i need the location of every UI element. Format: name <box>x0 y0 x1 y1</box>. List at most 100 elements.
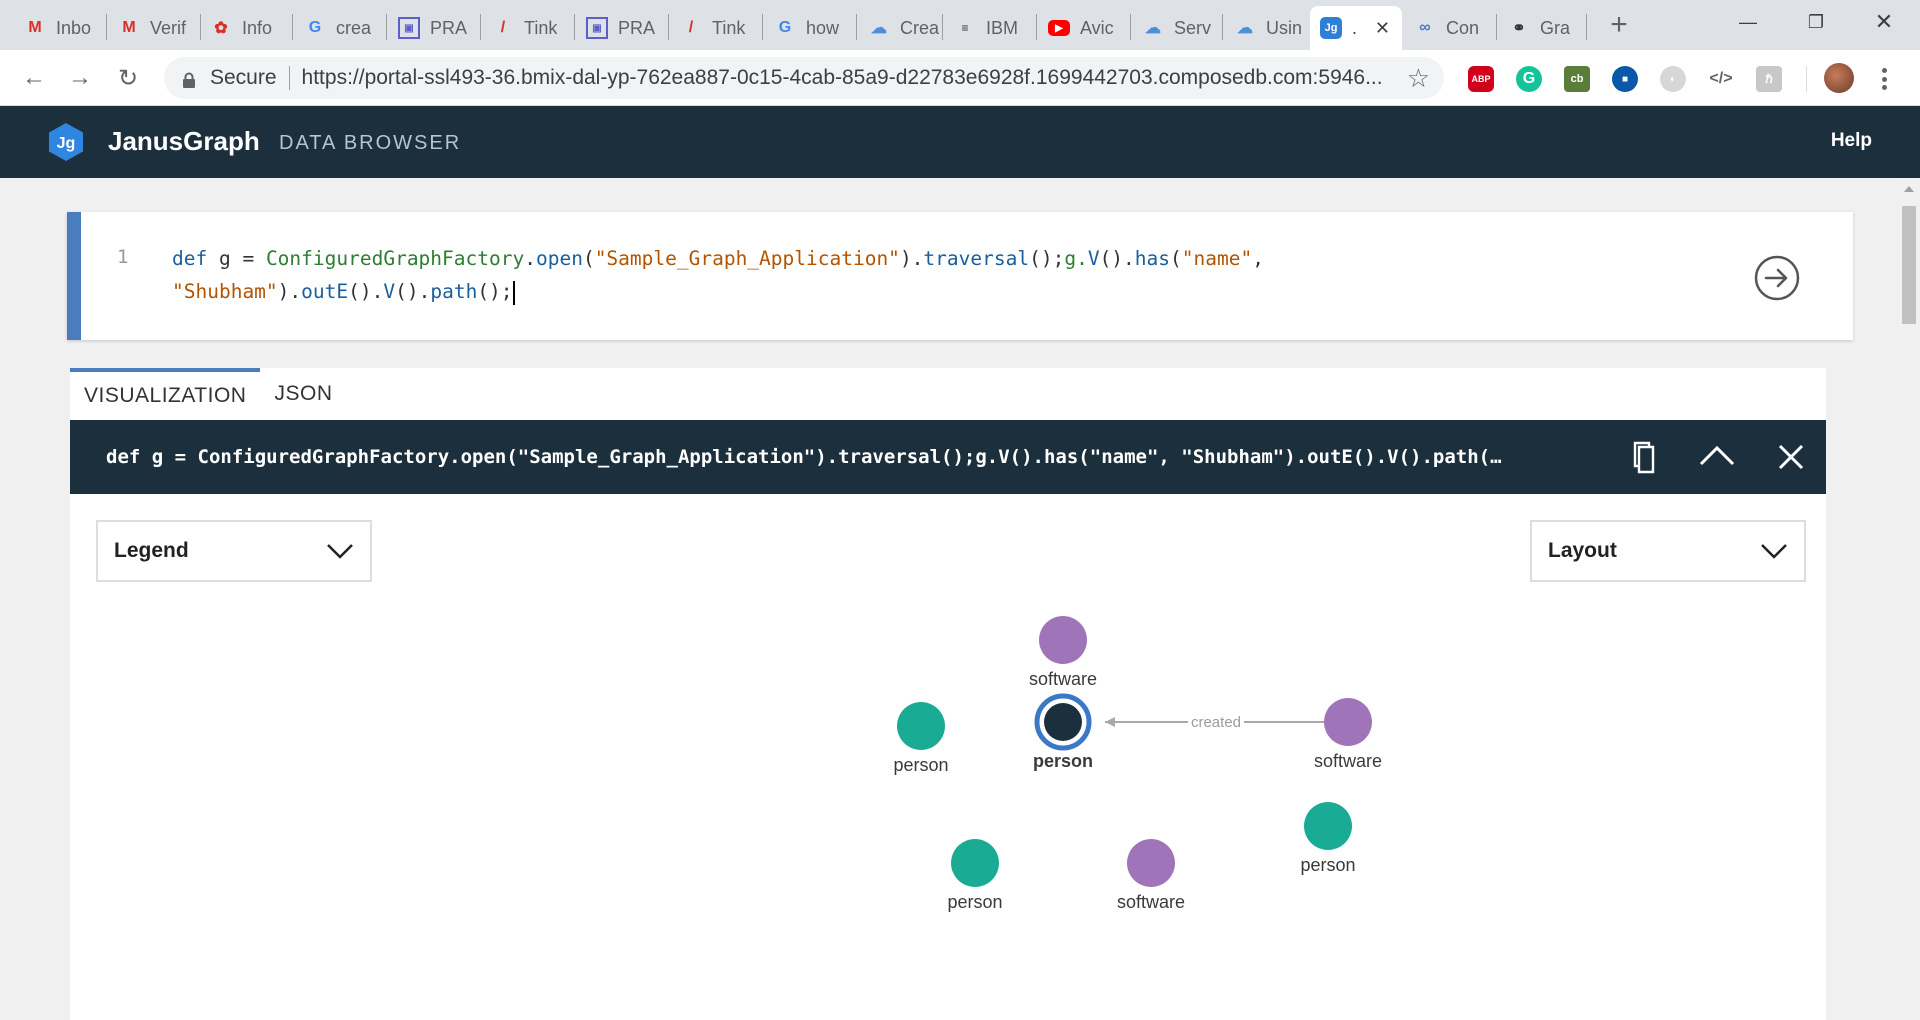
copy-icon[interactable] <box>1622 436 1664 478</box>
browser-tab[interactable]: / Tink <box>670 6 762 50</box>
arrowhead-icon <box>1105 717 1115 727</box>
tab-visualization[interactable]: VISUALIZATION <box>70 368 261 420</box>
graph-node-software[interactable]: software <box>1117 839 1185 912</box>
graph-canvas[interactable]: created software person person software … <box>70 594 1826 1020</box>
secure-label: Secure <box>210 66 277 89</box>
edge-label: created <box>1191 714 1241 731</box>
cloud-icon: ☁ <box>871 20 887 37</box>
result-header: def g = ConfiguredGraphFactory.open("Sam… <box>70 420 1826 494</box>
svg-text:person: person <box>947 892 1002 912</box>
app-subtitle: DATA BROWSER <box>279 132 462 154</box>
svg-text:person: person <box>1033 751 1093 771</box>
feather-icon: / <box>688 19 694 36</box>
graph-node-person-selected[interactable]: person <box>1033 693 1093 771</box>
gmail-icon: M <box>122 19 136 36</box>
chevron-down-icon <box>1761 544 1787 559</box>
back-button[interactable]: ← <box>16 60 52 96</box>
close-tab-icon[interactable]: ✕ <box>1375 18 1390 39</box>
browser-tab[interactable]: ▣ PRA <box>576 6 668 50</box>
browser-tab[interactable]: G crea <box>294 6 386 50</box>
adblock-icon[interactable]: ABP <box>1468 66 1494 92</box>
extension-grey-icon[interactable]: ◐ <box>1660 66 1686 92</box>
page-scrollbar[interactable] <box>1898 178 1920 1020</box>
browser-tab[interactable]: ☁ Crea <box>858 6 950 50</box>
lock-icon <box>182 70 196 88</box>
graph-icon: ⚭ <box>1512 20 1526 37</box>
close-result-icon[interactable] <box>1770 436 1812 478</box>
browser-tab[interactable]: / Tink <box>482 6 574 50</box>
browser-tab-active[interactable]: Jg . ✕ <box>1310 6 1402 50</box>
svg-text:person: person <box>1300 855 1355 875</box>
layout-dropdown[interactable]: Layout <box>1530 520 1806 582</box>
browser-tab[interactable]: ▶ Avic <box>1038 6 1130 50</box>
browser-tab[interactable]: ☁ Serv <box>1132 6 1224 50</box>
feather-icon: / <box>500 19 506 36</box>
svg-text:software: software <box>1117 892 1185 912</box>
chain-icon: ∞ <box>1419 19 1431 36</box>
forward-button[interactable]: → <box>62 60 98 96</box>
bookmark-star-icon[interactable]: ☆ <box>1407 63 1430 94</box>
scroll-up-icon[interactable] <box>1904 186 1914 192</box>
settings-wheel-icon: ✿ <box>214 20 228 37</box>
svg-text:software: software <box>1029 669 1097 689</box>
svg-text:person: person <box>893 755 948 775</box>
result-query-text: def g = ConfiguredGraphFactory.open("Sam… <box>106 446 1502 468</box>
browser-tab[interactable]: ☁ Usin <box>1224 6 1316 50</box>
main-content: 1 def g = ConfiguredGraphFactory.open("S… <box>0 178 1898 1020</box>
google-icon: G <box>778 19 792 36</box>
chevron-down-icon <box>327 544 353 559</box>
query-code[interactable]: def g = ConfiguredGraphFactory.open("Sam… <box>172 242 1372 308</box>
line-number: 1 <box>117 246 129 268</box>
browser-menu-icon[interactable] <box>1874 64 1894 94</box>
graph-node-person[interactable]: person <box>893 702 949 775</box>
browser-tab[interactable]: ≡ IBM <box>944 6 1036 50</box>
browser-tab[interactable]: ∞ Con <box>1404 6 1496 50</box>
profile-avatar[interactable] <box>1824 63 1854 93</box>
graph-node-person[interactable]: person <box>947 839 1003 912</box>
result-panel: VISUALIZATION JSON def g = ConfiguredGra… <box>70 368 1826 1020</box>
reload-button[interactable]: ↻ <box>110 60 146 96</box>
cloud-icon: ☁ <box>1145 20 1161 37</box>
couchbase-icon[interactable]: cb <box>1564 66 1590 92</box>
tab-json[interactable]: JSON <box>260 368 346 420</box>
minimize-button[interactable]: — <box>1718 4 1778 40</box>
browser-tab[interactable]: M Verif <box>108 6 200 50</box>
legend-dropdown[interactable]: Legend <box>96 520 372 582</box>
janusgraph-logo-icon: Jg <box>49 123 83 161</box>
browser-tab[interactable]: G how <box>764 6 856 50</box>
svg-text:software: software <box>1314 751 1382 771</box>
collapse-chevron-up-icon[interactable] <box>1696 436 1738 478</box>
help-link[interactable]: Help <box>1831 130 1872 152</box>
address-bar[interactable]: Secure https://portal-ssl493-36.bmix-dal… <box>164 57 1444 99</box>
result-tabs: VISUALIZATION JSON <box>70 368 347 420</box>
code-icon[interactable]: </> <box>1708 66 1734 92</box>
youtube-icon: ▶ <box>1048 20 1070 36</box>
maximize-button[interactable]: ❐ <box>1786 4 1846 40</box>
browser-tab[interactable]: ▣ PRA <box>388 6 480 50</box>
new-tab-button[interactable]: + <box>1602 8 1636 42</box>
query-editor[interactable]: 1 def g = ConfiguredGraphFactory.open("S… <box>67 212 1853 340</box>
graph-node-person[interactable]: person <box>1300 802 1356 875</box>
square-target-icon: ▣ <box>398 17 420 39</box>
ibm-icon: ≡ <box>961 21 969 35</box>
app-header: Jg JanusGraph DATA BROWSER Help <box>0 106 1920 178</box>
browser-tab[interactable]: M Inbo <box>14 6 104 50</box>
app-brand: JanusGraph <box>108 126 260 156</box>
close-window-button[interactable]: ✕ <box>1854 4 1914 40</box>
graph-node-software[interactable]: software <box>1314 698 1382 771</box>
grammarly-icon[interactable]: G <box>1516 66 1542 92</box>
browser-tab-strip: M Inbo M Verif ✿ Info G crea ▣ PRA / Tin… <box>0 0 1920 50</box>
url-text: https://portal-ssl493-36.bmix-dal-yp-762… <box>301 66 1383 89</box>
cloud-icon: ☁ <box>1237 20 1253 37</box>
svg-text:Jg: Jg <box>57 135 76 152</box>
train-icon[interactable]: ■ <box>1612 66 1638 92</box>
run-query-icon[interactable] <box>1753 254 1801 302</box>
graph-node-software[interactable]: software <box>1029 616 1097 689</box>
gmail-icon: M <box>28 19 42 36</box>
browser-tab[interactable]: ✿ Info <box>200 6 292 50</box>
browser-tab[interactable]: ⚭ Gra <box>1498 6 1586 50</box>
scroll-thumb[interactable] <box>1902 206 1916 324</box>
janusgraph-icon: Jg <box>1320 17 1342 39</box>
browser-toolbar: ← → ↻ Secure https://portal-ssl493-36.bm… <box>0 50 1920 106</box>
extension-h-icon[interactable]: ℏ <box>1756 66 1782 92</box>
